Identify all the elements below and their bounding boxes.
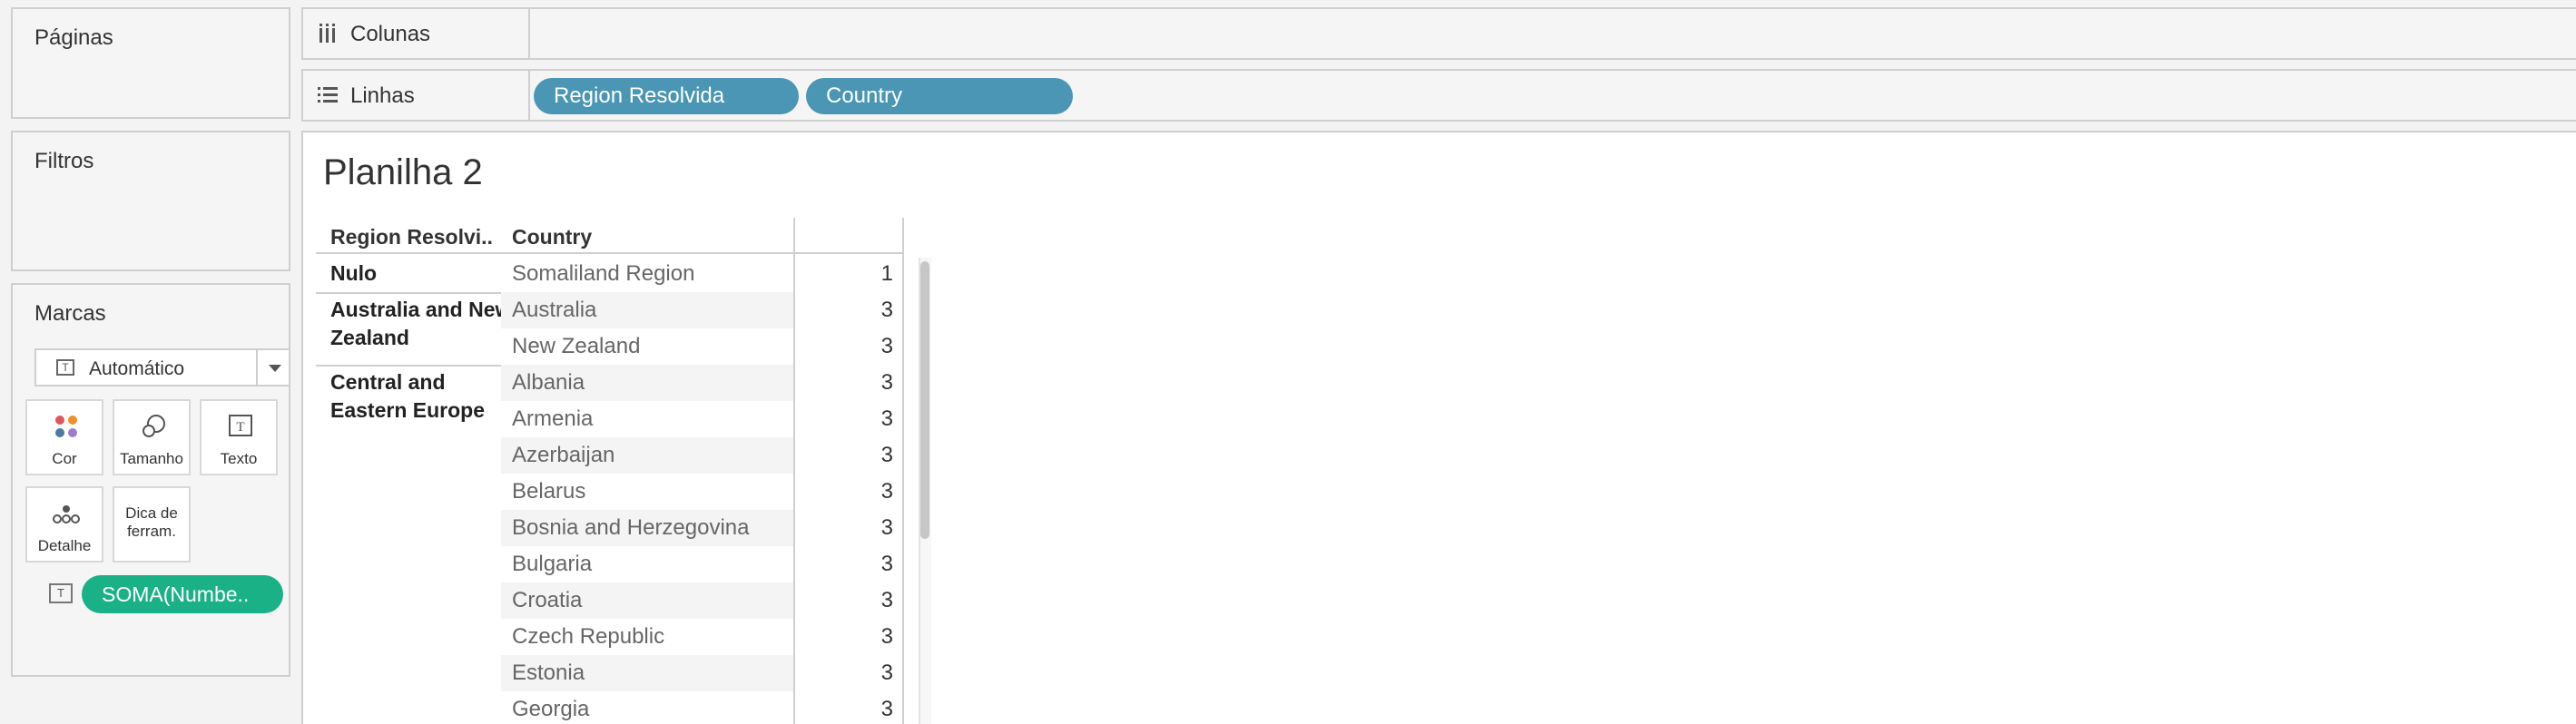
scrollbar-thumb[interactable] xyxy=(920,261,929,539)
region-separator xyxy=(316,252,793,254)
country-cell: Bosnia and Herzegovina xyxy=(501,510,793,546)
marks-card: Marcas T Automático Cor Tamanho T Texto xyxy=(11,283,290,677)
country-cell: New Zealand xyxy=(512,334,641,358)
mark-type-label: Automático xyxy=(89,358,185,379)
country-cell: Somaliland Region xyxy=(512,261,695,286)
tooltip-button[interactable]: Dica de ferram. xyxy=(113,486,191,563)
value-cell: 3 xyxy=(880,588,893,612)
column-separator xyxy=(902,218,904,724)
text-label: Texto xyxy=(220,450,258,467)
value-cell: 3 xyxy=(880,515,893,540)
country-cell: Belarus xyxy=(512,479,586,504)
rows-icon xyxy=(318,87,338,103)
text-button[interactable]: T Texto xyxy=(200,399,278,475)
text-encoding-icon: T xyxy=(49,583,73,603)
worksheet-view: Planilha 2 Region Resolvi.. Country Nulo… xyxy=(301,131,2576,724)
region-header[interactable]: Region Resolvi.. xyxy=(330,225,493,249)
value-cell: 3 xyxy=(880,370,893,395)
chevron-down-icon[interactable] xyxy=(256,350,289,385)
mark-type-dropdown[interactable]: T Automático xyxy=(34,348,290,386)
rows-label: Linhas xyxy=(350,83,415,108)
country-cell: Estonia xyxy=(501,655,793,691)
shelf-divider xyxy=(528,9,530,58)
country-cell: Bulgaria xyxy=(512,552,593,576)
tooltip-label: Dica de ferram. xyxy=(125,504,178,540)
detail-label: Detalhe xyxy=(37,537,92,554)
country-cell: Georgia xyxy=(512,697,590,721)
shelf-divider xyxy=(528,71,530,120)
marks-title: Marcas xyxy=(34,301,106,326)
detail-dots-icon xyxy=(53,505,80,523)
country-cell: Azerbaijan xyxy=(501,437,793,474)
value-cell: 3 xyxy=(880,334,893,358)
value-cell: 3 xyxy=(880,479,893,504)
columns-icon xyxy=(320,24,335,43)
color-label: Cor xyxy=(52,450,77,467)
country-cell: Croatia xyxy=(501,582,793,619)
color-dots-icon xyxy=(55,416,77,437)
value-cell: 1 xyxy=(880,261,893,286)
value-cell: 3 xyxy=(880,552,893,576)
pages-title: Páginas xyxy=(34,25,113,50)
filters-card[interactable]: Filtros xyxy=(11,131,290,271)
columns-label: Colunas xyxy=(350,22,431,46)
value-cell: 3 xyxy=(880,624,893,649)
header-underline xyxy=(793,252,904,254)
svg-text:T: T xyxy=(236,420,244,435)
country-cell: Australia xyxy=(501,292,793,328)
sheet-title: Planilha 2 xyxy=(323,152,483,192)
rows-shelf[interactable]: Linhas Region Resolvida Country xyxy=(301,69,2576,122)
country-cell: Albania xyxy=(501,365,793,401)
value-cell: 3 xyxy=(880,298,893,322)
columns-shelf[interactable]: Colunas xyxy=(301,7,2576,60)
size-button[interactable]: Tamanho xyxy=(113,399,191,475)
detail-button[interactable]: Detalhe xyxy=(25,486,103,563)
region-label[interactable]: Nulo xyxy=(330,259,512,288)
country-cell: Armenia xyxy=(512,406,594,431)
country-pill[interactable]: Country xyxy=(806,78,1073,114)
text-box-icon: T xyxy=(229,415,252,436)
size-label: Tamanho xyxy=(120,450,183,467)
region-resolvida-pill[interactable]: Region Resolvida xyxy=(534,78,799,114)
value-cell: 3 xyxy=(880,443,893,467)
value-cell: 3 xyxy=(880,697,893,721)
value-cell: 3 xyxy=(880,406,893,431)
filters-title: Filtros xyxy=(34,149,94,173)
color-button[interactable]: Cor xyxy=(25,399,103,475)
pages-card[interactable]: Páginas xyxy=(11,7,290,119)
size-circles-icon xyxy=(143,415,165,437)
country-cell: Czech Republic xyxy=(512,624,665,649)
sum-number-pill[interactable]: SOMA(Numbe.. xyxy=(82,575,283,613)
text-mark-icon: T xyxy=(56,359,74,376)
country-header[interactable]: Country xyxy=(512,225,592,249)
region-label[interactable]: Central and Eastern Europe xyxy=(330,368,512,425)
value-cell: 3 xyxy=(880,660,893,685)
region-label[interactable]: Australia and New Zealand xyxy=(330,296,512,352)
